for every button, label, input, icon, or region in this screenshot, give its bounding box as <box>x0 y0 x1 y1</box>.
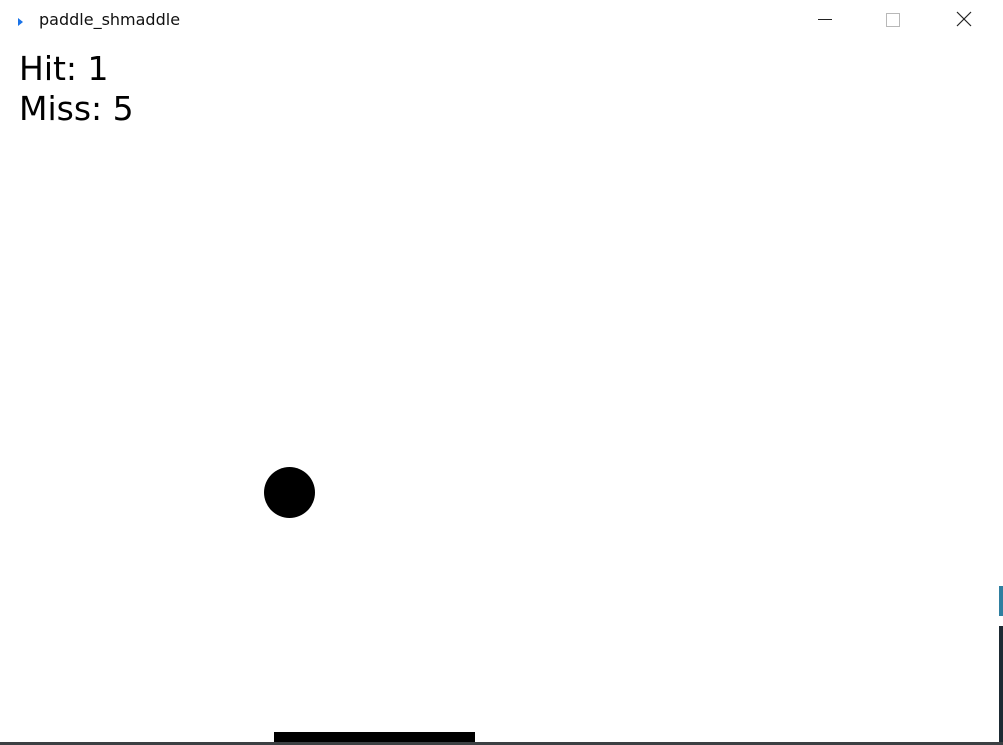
close-button[interactable] <box>935 0 993 40</box>
minimize-button[interactable] <box>796 0 854 40</box>
background-edge-accent <box>999 586 1003 616</box>
game-window: paddle_shmaddle Hit: 1 Miss: 5 <box>0 0 1000 742</box>
window-titlebar[interactable]: paddle_shmaddle <box>0 0 999 40</box>
ball <box>264 467 315 518</box>
maximize-button[interactable] <box>864 0 922 40</box>
background-edge-dark <box>999 626 1003 745</box>
paddle[interactable] <box>274 732 475 742</box>
miss-counter: Miss: 5 <box>19 89 134 128</box>
window-title: paddle_shmaddle <box>39 10 181 29</box>
app-play-icon <box>17 13 25 26</box>
game-canvas[interactable]: Hit: 1 Miss: 5 <box>0 40 999 742</box>
hit-counter: Hit: 1 <box>19 49 109 88</box>
background-edge <box>999 0 1003 745</box>
